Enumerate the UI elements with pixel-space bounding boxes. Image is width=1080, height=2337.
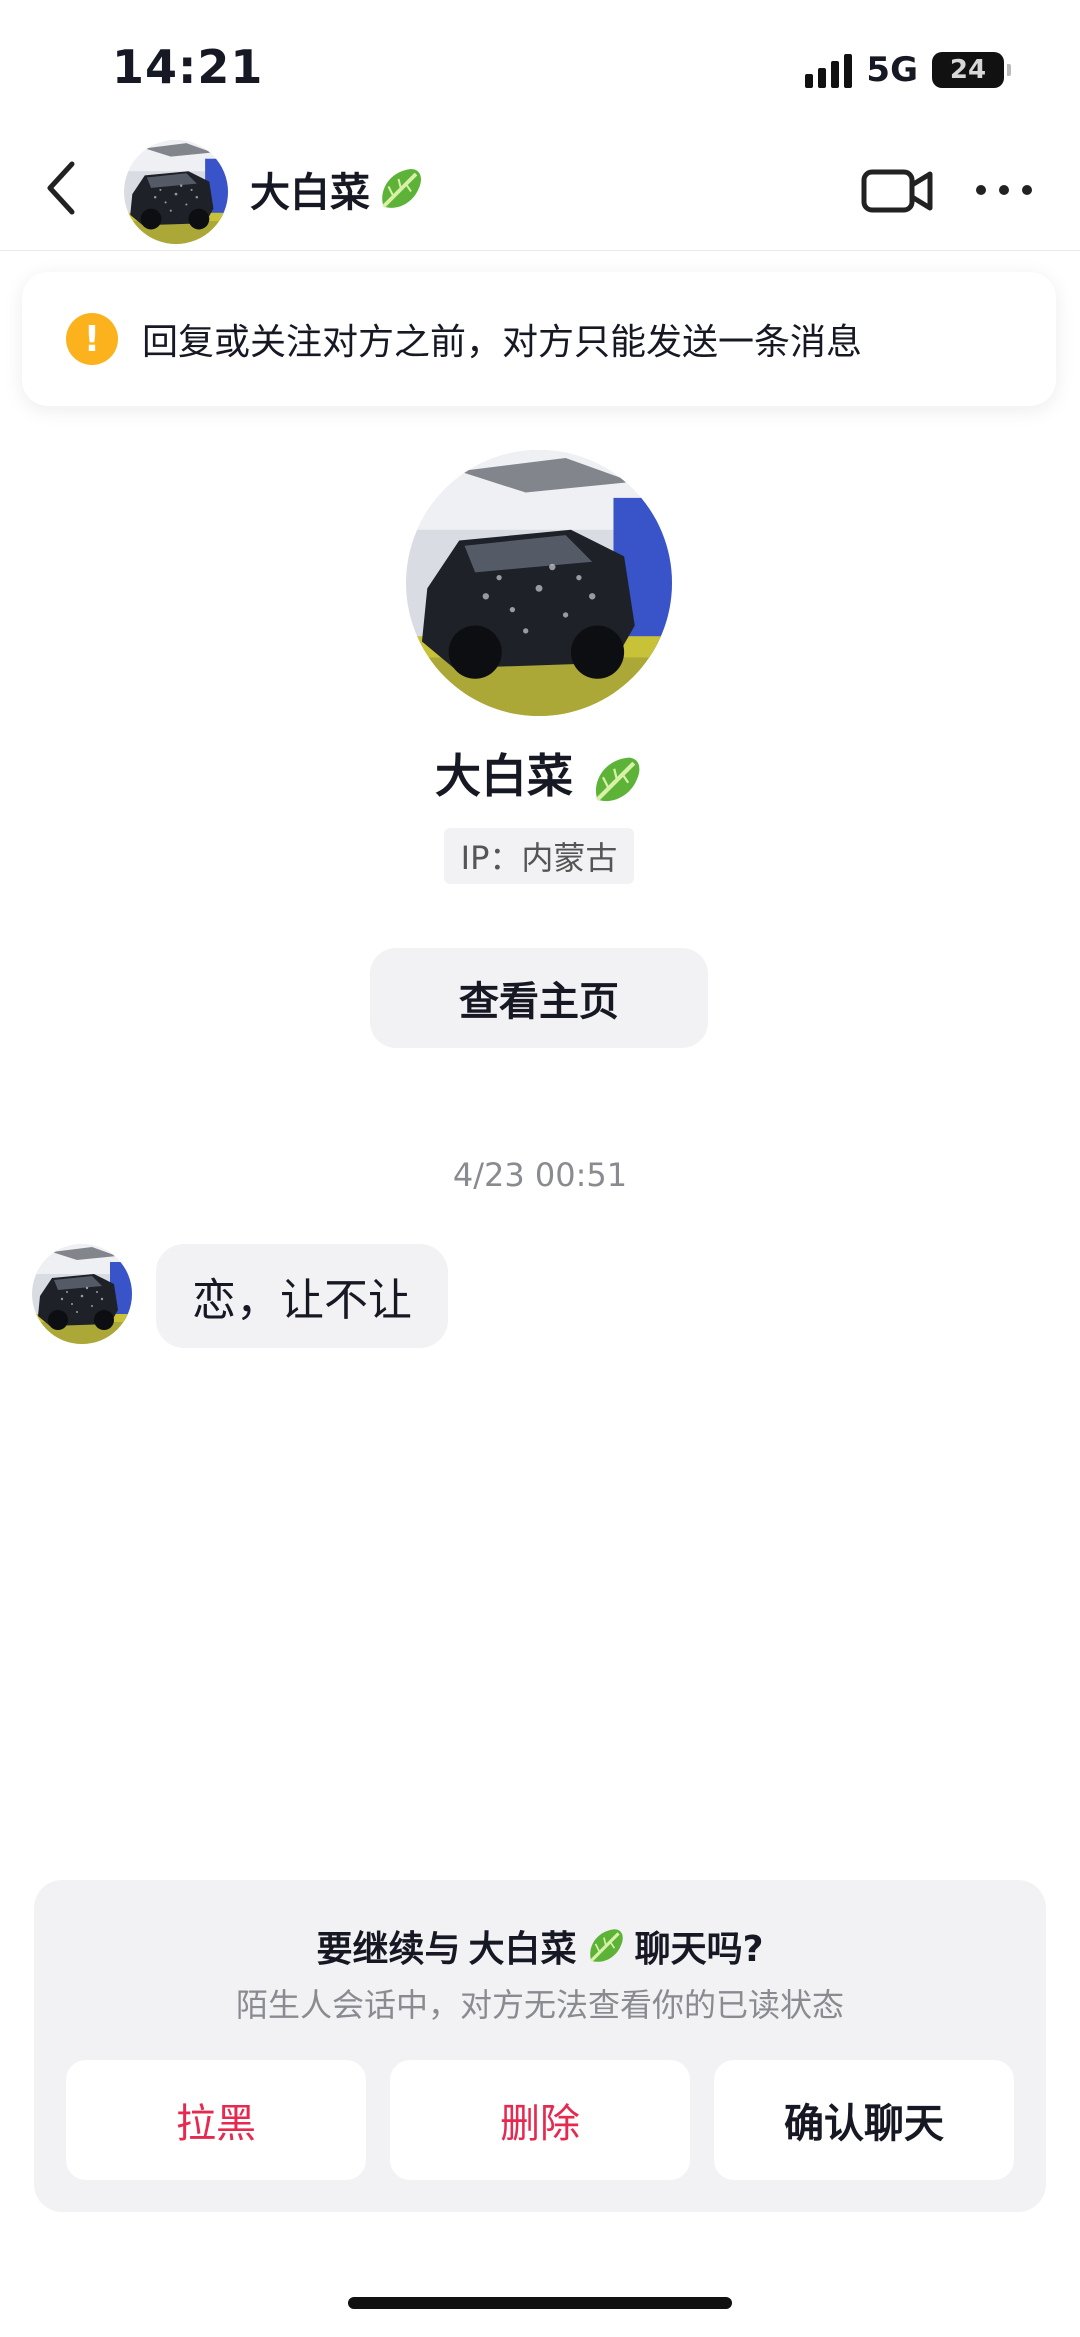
profile-avatar[interactable]	[406, 450, 672, 716]
cabbage-icon	[585, 1925, 627, 1967]
panel-title-name: 大白菜	[468, 1929, 577, 1970]
battery-level: 24	[949, 55, 987, 85]
home-indicator[interactable]	[348, 2297, 732, 2309]
back-icon[interactable]	[36, 158, 86, 218]
status-bar: 14:21 5G 24	[0, 0, 1080, 130]
header-avatar[interactable]	[124, 140, 228, 244]
continue-chat-panel: 要继续与 大白菜 聊天吗? 陌生人会话中，对方无法查看你的已读状态 拉黑 删除 …	[34, 1880, 1046, 2212]
message-bubble[interactable]: 恋，让不让	[156, 1244, 448, 1348]
message-avatar[interactable]	[32, 1244, 132, 1344]
chat-header: 大白菜	[0, 130, 1080, 251]
ip-location-badge: IP：内蒙古	[444, 828, 634, 884]
cabbage-icon	[376, 164, 426, 214]
panel-title: 要继续与 大白菜 聊天吗?	[34, 1920, 1046, 1972]
view-homepage-button[interactable]: 查看主页	[370, 948, 708, 1048]
confirm-chat-button[interactable]: 确认聊天	[714, 2060, 1014, 2180]
cabbage-icon	[589, 752, 645, 808]
header-contact-name[interactable]: 大白菜	[250, 160, 426, 218]
profile-name-text: 大白菜	[434, 749, 573, 803]
signal-icon	[805, 52, 853, 88]
status-time: 14:21	[112, 40, 264, 94]
block-button[interactable]: 拉黑	[66, 2060, 366, 2180]
message-timestamp: 4/23 00:51	[452, 1156, 628, 1194]
video-call-icon[interactable]	[860, 160, 934, 220]
header-name-text: 大白菜	[250, 170, 370, 216]
profile-name: 大白菜	[0, 740, 1080, 808]
battery-icon: 24	[932, 52, 1011, 88]
stranger-message-notice: ! 回复或关注对方之前，对方只能发送一条消息	[22, 272, 1056, 406]
network-label: 5G	[866, 50, 918, 90]
delete-button[interactable]: 删除	[390, 2060, 690, 2180]
warning-icon: !	[66, 313, 118, 365]
panel-title-suffix: 聊天吗?	[634, 1929, 764, 1970]
panel-title-prefix: 要继续与	[316, 1929, 461, 1970]
notice-text: 回复或关注对方之前，对方只能发送一条消息	[142, 322, 863, 363]
panel-subtitle: 陌生人会话中，对方无法查看你的已读状态	[235, 1986, 844, 2024]
more-options-icon[interactable]	[976, 172, 1032, 208]
status-indicators: 5G 24	[805, 50, 1011, 90]
